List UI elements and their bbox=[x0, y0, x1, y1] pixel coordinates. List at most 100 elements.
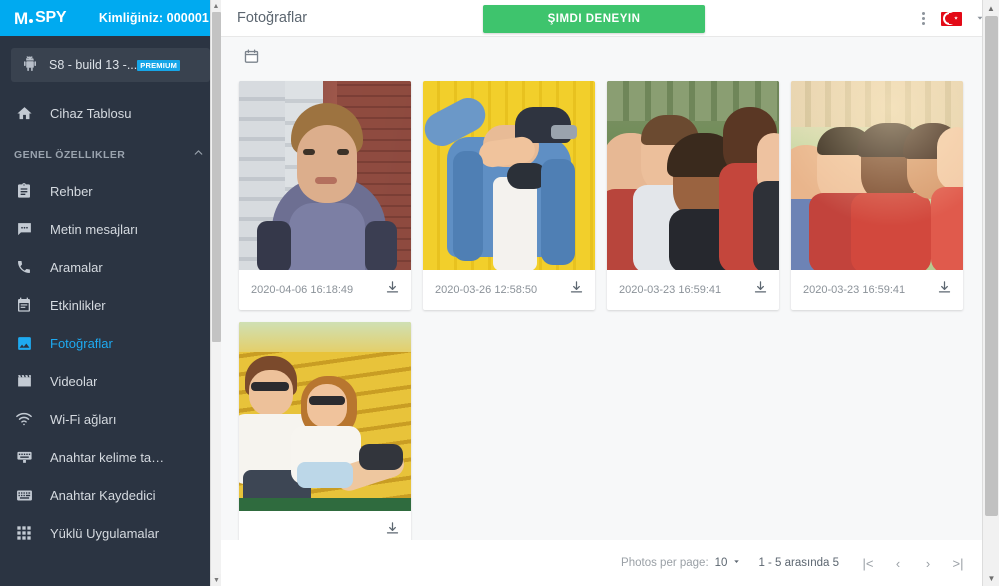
device-label: S8 - build 13 -... PREMIUM bbox=[49, 58, 181, 72]
photo-card-footer: 2020-04-06 16:18:49 bbox=[239, 270, 411, 310]
photo-thumbnail[interactable] bbox=[239, 81, 411, 270]
chevron-down-icon bbox=[732, 557, 741, 569]
sidebar-item-messages-label: Metin mesajları bbox=[50, 221, 139, 237]
photo-icon bbox=[14, 333, 34, 353]
photo-card[interactable]: 2020-04-06 16:18:49 bbox=[239, 81, 411, 310]
account-id: Kimliğiniz: 000001 bbox=[98, 11, 209, 25]
photo-thumbnail[interactable] bbox=[239, 322, 411, 511]
sidebar-scroll-up-icon[interactable]: ▲ bbox=[211, 0, 221, 12]
download-icon[interactable] bbox=[937, 280, 952, 300]
sidebar-item-messages[interactable]: Metin mesajları bbox=[0, 210, 221, 248]
download-icon[interactable] bbox=[385, 521, 400, 540]
photos-content-inner: 2020-04-06 16:18:49 2020-03-26 12:58:50 … bbox=[221, 37, 999, 540]
sidebar-scroll-thumb[interactable] bbox=[212, 12, 221, 342]
message-icon bbox=[14, 219, 34, 239]
wifi-icon bbox=[14, 409, 34, 429]
sidebar-item-installed-apps-label: Yüklü Uygulamalar bbox=[50, 525, 160, 541]
sidebar-item-keylogger-label: Anahtar Kaydedici bbox=[50, 487, 156, 503]
sidebar-item-photos[interactable]: Fotoğraflar bbox=[0, 324, 221, 362]
per-page-select[interactable]: 10 bbox=[715, 557, 742, 569]
sidebar-item-photos-label: Fotoğraflar bbox=[50, 335, 113, 351]
sidebar-item-keylogger[interactable]: Anahtar Kaydedici bbox=[0, 476, 221, 514]
window-scroll-up-icon[interactable]: ▲ bbox=[983, 0, 999, 16]
logo-m-letter: M bbox=[14, 8, 28, 28]
sidebar-nav: Cihaz Tablosu GENEL ÖZELLIKLER Rehber Me… bbox=[0, 92, 221, 586]
page-range-label: 1 - 5 arasında 5 bbox=[758, 557, 839, 569]
sidebar-item-dashboard[interactable]: Cihaz Tablosu bbox=[0, 94, 221, 132]
photo-card[interactable]: 2020-03-23 16:59:41 bbox=[607, 81, 779, 310]
keyword-icon bbox=[14, 447, 34, 467]
main-panel: Fotoğraflar ŞIMDI DENEYIN 2020-04-06 16:… bbox=[221, 0, 999, 586]
window-scroll-down-icon[interactable]: ▼ bbox=[983, 570, 999, 586]
sidebar: M SPY Kimliğiniz: 000001 S8 - build 13 -… bbox=[0, 0, 221, 586]
mspy-logo[interactable]: M SPY bbox=[14, 8, 67, 28]
previous-page-button[interactable]: ‹ bbox=[883, 548, 913, 578]
page-title: Fotoğraflar bbox=[237, 10, 308, 26]
photo-card[interactable]: 2020-03-26 12:58:50 bbox=[423, 81, 595, 310]
last-page-button[interactable]: >| bbox=[943, 548, 973, 578]
next-page-button[interactable]: › bbox=[913, 548, 943, 578]
device-selector-wrap: S8 - build 13 -... PREMIUM bbox=[0, 36, 221, 92]
chevron-up-icon bbox=[192, 146, 205, 164]
turkey-flag-icon[interactable] bbox=[941, 11, 962, 26]
download-icon[interactable] bbox=[569, 280, 584, 300]
photo-art-group-warm bbox=[791, 81, 963, 270]
photo-art-portrait-brick bbox=[239, 81, 411, 270]
photo-card[interactable] bbox=[239, 322, 411, 540]
top-bar: Fotoğraflar ŞIMDI DENEYIN bbox=[221, 0, 999, 37]
photo-card-footer bbox=[239, 511, 411, 540]
top-bar-actions bbox=[919, 0, 985, 37]
sidebar-item-videos-label: Videolar bbox=[50, 373, 98, 389]
logo-spy-text: SPY bbox=[35, 9, 67, 26]
more-vertical-icon[interactable] bbox=[919, 8, 928, 29]
photo-date: 2020-03-23 16:59:41 bbox=[619, 284, 722, 296]
flag-crescent bbox=[945, 12, 958, 24]
filter-bar bbox=[239, 37, 981, 81]
photo-thumbnail[interactable] bbox=[791, 81, 963, 270]
photo-art-group-park bbox=[607, 81, 779, 270]
sidebar-item-events-label: Etkinlikler bbox=[50, 297, 106, 313]
photo-card-footer: 2020-03-23 16:59:41 bbox=[607, 270, 779, 310]
photo-date: 2020-04-06 16:18:49 bbox=[251, 284, 354, 296]
photos-grid: 2020-04-06 16:18:49 2020-03-26 12:58:50 … bbox=[239, 81, 981, 540]
apps-grid-icon bbox=[14, 523, 34, 543]
download-icon[interactable] bbox=[753, 280, 768, 300]
sidebar-item-dashboard-label: Cihaz Tablosu bbox=[50, 105, 132, 121]
sidebar-scroll-down-icon[interactable]: ▼ bbox=[211, 574, 221, 586]
calendar-icon bbox=[14, 295, 34, 315]
per-page-label: Photos per page: bbox=[621, 557, 709, 569]
paginator: Photos per page: 10 1 - 5 arasında 5 |< … bbox=[221, 540, 999, 586]
photo-thumbnail[interactable] bbox=[423, 81, 595, 270]
brand-bar: M SPY Kimliğiniz: 000001 bbox=[0, 0, 221, 36]
sidebar-item-events[interactable]: Etkinlikler bbox=[0, 286, 221, 324]
sidebar-item-wifi-label: Wi-Fi ağları bbox=[50, 411, 117, 427]
download-icon[interactable] bbox=[385, 280, 400, 300]
sidebar-item-contacts-label: Rehber bbox=[50, 183, 93, 199]
video-icon bbox=[14, 371, 34, 391]
try-now-button[interactable]: ŞIMDI DENEYIN bbox=[483, 5, 705, 33]
first-page-button[interactable]: |< bbox=[853, 548, 883, 578]
sidebar-item-keyword-tracking[interactable]: Anahtar kelime ta… bbox=[0, 438, 221, 476]
sidebar-item-calls[interactable]: Aramalar bbox=[0, 248, 221, 286]
photo-thumbnail[interactable] bbox=[607, 81, 779, 270]
sidebar-item-keyword-tracking-label: Anahtar kelime ta… bbox=[50, 449, 165, 465]
photos-content-area: 2020-04-06 16:18:49 2020-03-26 12:58:50 … bbox=[221, 37, 999, 540]
keyboard-icon bbox=[14, 485, 34, 505]
android-icon bbox=[21, 55, 39, 74]
sidebar-item-calls-label: Aramalar bbox=[50, 259, 103, 275]
photo-card[interactable]: 2020-03-23 16:59:41 bbox=[791, 81, 963, 310]
sidebar-item-videos[interactable]: Videolar bbox=[0, 362, 221, 400]
device-name-text: S8 - build 13 -... bbox=[49, 58, 138, 72]
window-scroll-thumb[interactable] bbox=[985, 16, 998, 516]
device-selector[interactable]: S8 - build 13 -... PREMIUM bbox=[11, 48, 210, 82]
window-scrollbar[interactable]: ▲ ▼ bbox=[982, 0, 999, 586]
sidebar-scrollbar[interactable]: ▲ ▼ bbox=[210, 0, 221, 586]
calendar-icon[interactable] bbox=[243, 48, 260, 70]
sidebar-section-general[interactable]: GENEL ÖZELLIKLER bbox=[0, 138, 221, 172]
sidebar-item-wifi[interactable]: Wi-Fi ağları bbox=[0, 400, 221, 438]
photo-art-couple-bench bbox=[239, 322, 411, 511]
photo-art-yellow-denim bbox=[423, 81, 595, 270]
sidebar-section-label: GENEL ÖZELLIKLER bbox=[14, 149, 126, 161]
sidebar-item-contacts[interactable]: Rehber bbox=[0, 172, 221, 210]
sidebar-item-installed-apps[interactable]: Yüklü Uygulamalar bbox=[0, 514, 221, 552]
